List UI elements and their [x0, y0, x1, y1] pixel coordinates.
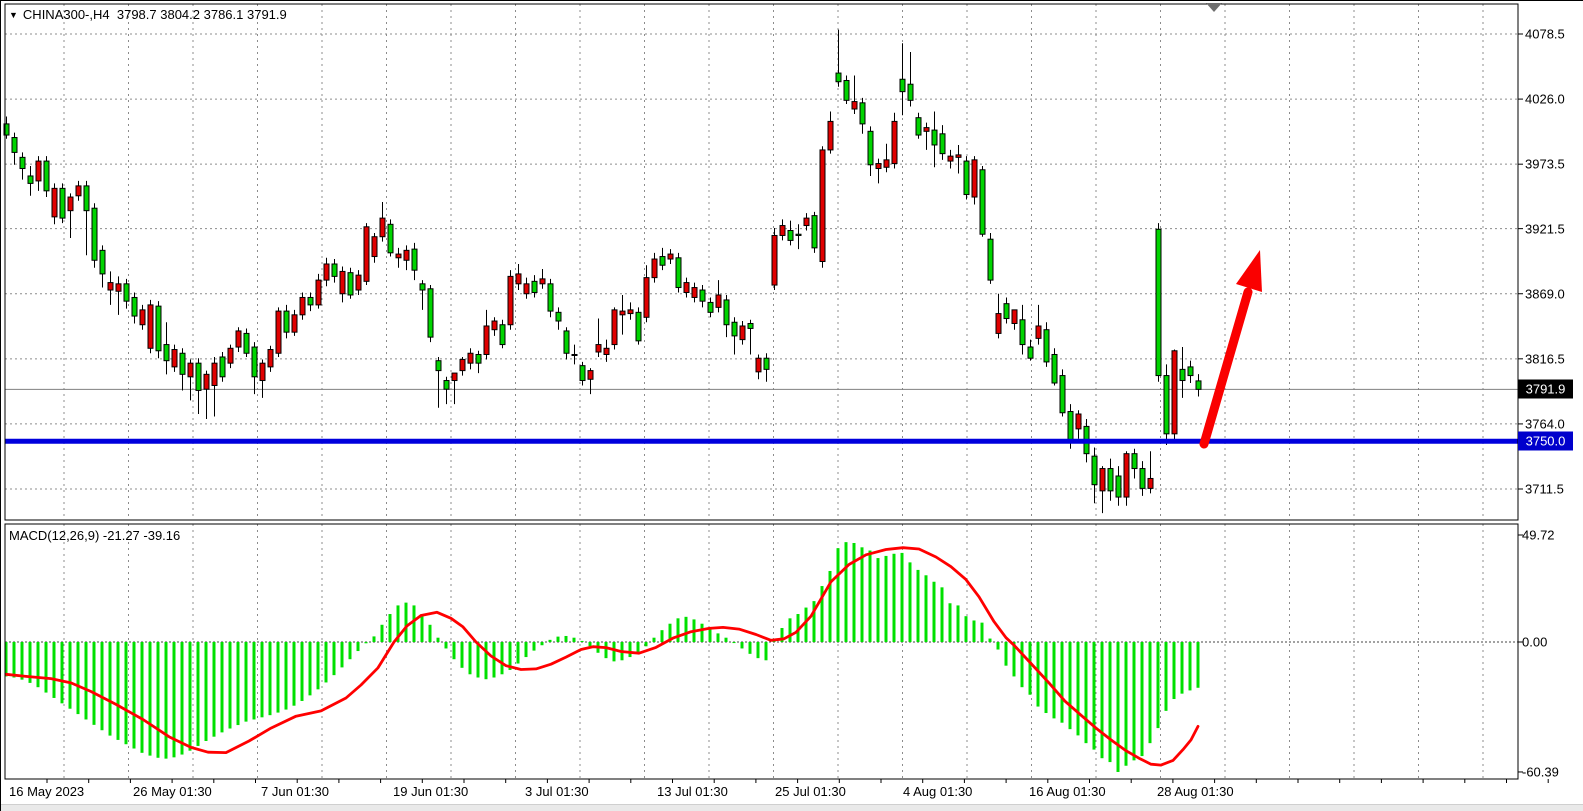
macd-panel-plot-area[interactable] — [5, 524, 1518, 779]
price-axis-scale[interactable] — [1518, 4, 1583, 779]
chart-window: ▼CHINA300-,H4 3798.7 3804.2 3786.1 3791.… — [0, 0, 1583, 811]
main-chart-plot-area[interactable] — [5, 4, 1518, 520]
bottom-strip — [1, 804, 1583, 811]
time-axis-scale[interactable] — [1, 780, 1583, 804]
